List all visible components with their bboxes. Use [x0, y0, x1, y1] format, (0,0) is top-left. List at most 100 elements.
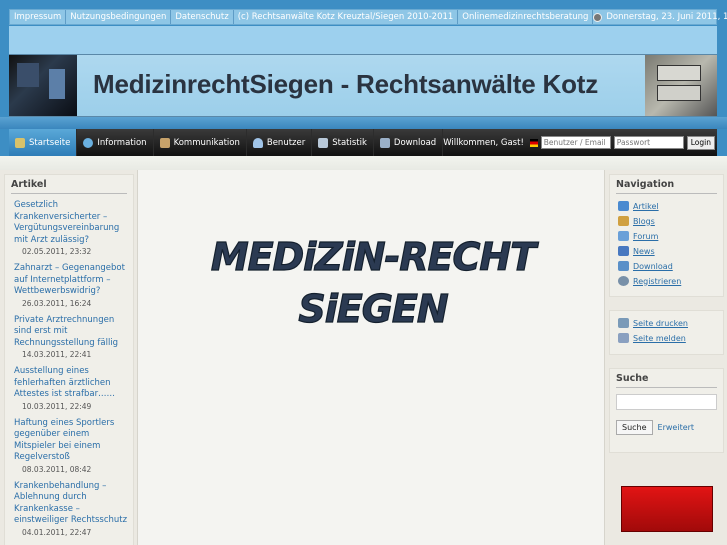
download-icon — [379, 137, 390, 148]
article-link[interactable]: Krankenbehandlung – Ablehnung durch Kran… — [14, 481, 129, 527]
article-item: Krankenbehandlung – Ablehnung durch Kran… — [5, 481, 133, 538]
search-button[interactable]: Suche — [616, 420, 653, 435]
building-photo — [9, 55, 77, 116]
nav-registrieren[interactable]: Registrieren — [618, 275, 723, 287]
nav-label: Download — [393, 137, 437, 148]
nav-statistik[interactable]: Statistik — [312, 129, 374, 156]
nav-link-label[interactable]: Forum — [633, 232, 658, 241]
nav-label: Statistik — [332, 137, 367, 148]
site-logo-graphic: MEDiZiN-RECHT SiEGEN — [210, 234, 541, 331]
content-top-strip — [0, 156, 727, 170]
navigation-panel: Navigation Artikel Blogs Forum News Down… — [609, 174, 724, 297]
report-icon — [618, 333, 629, 343]
articles-heading: Artikel — [11, 175, 127, 194]
action-label[interactable]: Seite drucken — [633, 319, 688, 328]
article-link[interactable]: Zahnarzt – Gegenangebot auf Internetplat… — [14, 263, 129, 298]
nav-link-label[interactable]: News — [633, 247, 655, 256]
logo-line-1: MEDiZiN-RECHT — [211, 235, 539, 279]
article-item: Zahnarzt – Gegenangebot auf Internetplat… — [5, 263, 133, 309]
site-title: MedizinrechtSiegen - Rechtsanwälte Kotz — [93, 69, 599, 99]
search-heading: Suche — [616, 369, 717, 388]
nav-link-label[interactable]: Artikel — [633, 202, 659, 211]
nameplate-photo — [645, 55, 717, 116]
top-link-bar: Impressum Nutzungsbedingungen Datenschut… — [9, 9, 727, 25]
article-date: 08.03.2011, 08:42 — [22, 464, 92, 474]
nav-link-label[interactable]: Download — [633, 262, 673, 271]
home-icon — [15, 137, 25, 148]
user-icon — [252, 137, 263, 148]
report-page-link[interactable]: Seite melden — [618, 332, 723, 344]
article-date: 04.01.2011, 22:47 — [22, 527, 92, 537]
info-icon — [83, 137, 94, 148]
nav-label: Information — [97, 137, 147, 148]
article-date: 14.03.2011, 22:41 — [22, 350, 92, 359]
advanced-search-link[interactable]: Erweitert — [658, 423, 695, 432]
nav-startseite[interactable]: Startseite — [9, 129, 78, 156]
search-input[interactable] — [616, 394, 717, 410]
onlineberatung-link[interactable]: Onlinemedizinrechtsberatung — [458, 10, 594, 24]
article-link[interactable]: Ausstellung eines fehlerhaften ärztliche… — [14, 366, 129, 401]
banner-gap — [0, 117, 727, 129]
site-banner: MedizinrechtSiegen - Rechtsanwälte Kotz — [9, 54, 717, 117]
article-date: 26.03.2011, 16:24 — [22, 298, 92, 308]
nav-benutzer[interactable]: Benutzer — [247, 129, 313, 156]
password-input[interactable] — [613, 136, 684, 149]
nav-download[interactable]: Download — [374, 129, 444, 156]
header-sky — [9, 26, 717, 54]
nav-artikel[interactable]: Artikel — [618, 200, 723, 212]
datenschutz-link[interactable]: Datenschutz — [171, 10, 234, 24]
register-icon — [618, 276, 629, 286]
nav-news[interactable]: News — [618, 245, 723, 257]
date-text: Donnerstag, 23. Juni 2011, 16:28 — [606, 12, 727, 22]
nav-label: Kommunikation — [173, 137, 240, 148]
article-link[interactable]: Gesetzlich Krankenversicherter – Vergütu… — [14, 200, 129, 246]
blog-icon — [618, 216, 629, 226]
news-icon — [618, 246, 629, 256]
nav-link-label[interactable]: Registrieren — [633, 277, 681, 286]
download-icon — [618, 261, 629, 271]
article-date: 10.03.2011, 22:49 — [22, 401, 92, 411]
navigation-heading: Navigation — [616, 175, 717, 194]
chart-icon — [318, 137, 329, 148]
nav-label: Startseite — [29, 137, 71, 148]
german-flag-icon[interactable] — [529, 138, 538, 147]
left-sidebar: Artikel Gesetzlich Krankenversicherter –… — [0, 170, 138, 545]
nav-blogs[interactable]: Blogs — [618, 215, 723, 227]
nav-download-link[interactable]: Download — [618, 260, 723, 272]
search-panel: Suche Suche Erweitert — [609, 368, 724, 453]
red-banner-ad[interactable] — [621, 486, 713, 532]
main-navigation: Startseite Information Kommunikation Ben… — [9, 129, 717, 156]
article-item: Haftung eines Sportlers gegenüber einem … — [5, 418, 133, 475]
right-sidebar: Navigation Artikel Blogs Forum News Down… — [604, 170, 727, 545]
nutzungsbedingungen-link[interactable]: Nutzungsbedingungen — [66, 10, 172, 24]
forum-icon — [618, 231, 629, 241]
logo-line-2: SiEGEN — [298, 287, 448, 331]
print-page-link[interactable]: Seite drucken — [618, 317, 723, 329]
clock-icon — [593, 12, 603, 22]
article-icon — [618, 201, 629, 211]
main-content: MEDiZiN-RECHT SiEGEN — [138, 170, 604, 545]
article-link[interactable]: Haftung eines Sportlers gegenüber einem … — [14, 418, 129, 464]
page-actions-panel: Seite drucken Seite melden — [609, 310, 724, 355]
nav-forum[interactable]: Forum — [618, 230, 723, 242]
nav-label: Benutzer — [266, 137, 306, 148]
nav-information[interactable]: Information — [77, 129, 154, 156]
article-item: Ausstellung eines fehlerhaften ärztliche… — [5, 366, 133, 412]
login-button[interactable]: Login — [686, 135, 715, 150]
article-date: 02.05.2011, 23:32 — [22, 247, 92, 256]
username-input[interactable] — [540, 136, 611, 149]
action-label[interactable]: Seite melden — [633, 334, 686, 343]
article-item: Private Arztrechnungen sind erst mit Rec… — [5, 315, 133, 361]
copyright-link[interactable]: (c) Rechtsanwälte Kotz Kreuztal/Siegen 2… — [234, 10, 459, 24]
nav-link-label[interactable]: Blogs — [633, 217, 655, 226]
print-icon — [618, 318, 629, 328]
articles-panel: Artikel Gesetzlich Krankenversicherter –… — [4, 174, 134, 545]
chat-icon — [159, 137, 170, 148]
article-link[interactable]: Private Arztrechnungen sind erst mit Rec… — [14, 315, 129, 350]
article-item: Gesetzlich Krankenversicherter – Vergütu… — [5, 200, 133, 257]
search-actions: Suche Erweitert — [616, 420, 723, 435]
nav-kommunikation[interactable]: Kommunikation — [154, 129, 247, 156]
date-display: Donnerstag, 23. Juni 2011, 16:28 — [593, 12, 727, 22]
impressum-link[interactable]: Impressum — [10, 10, 67, 24]
welcome-text: Willkommen, Gast! — [443, 137, 524, 148]
